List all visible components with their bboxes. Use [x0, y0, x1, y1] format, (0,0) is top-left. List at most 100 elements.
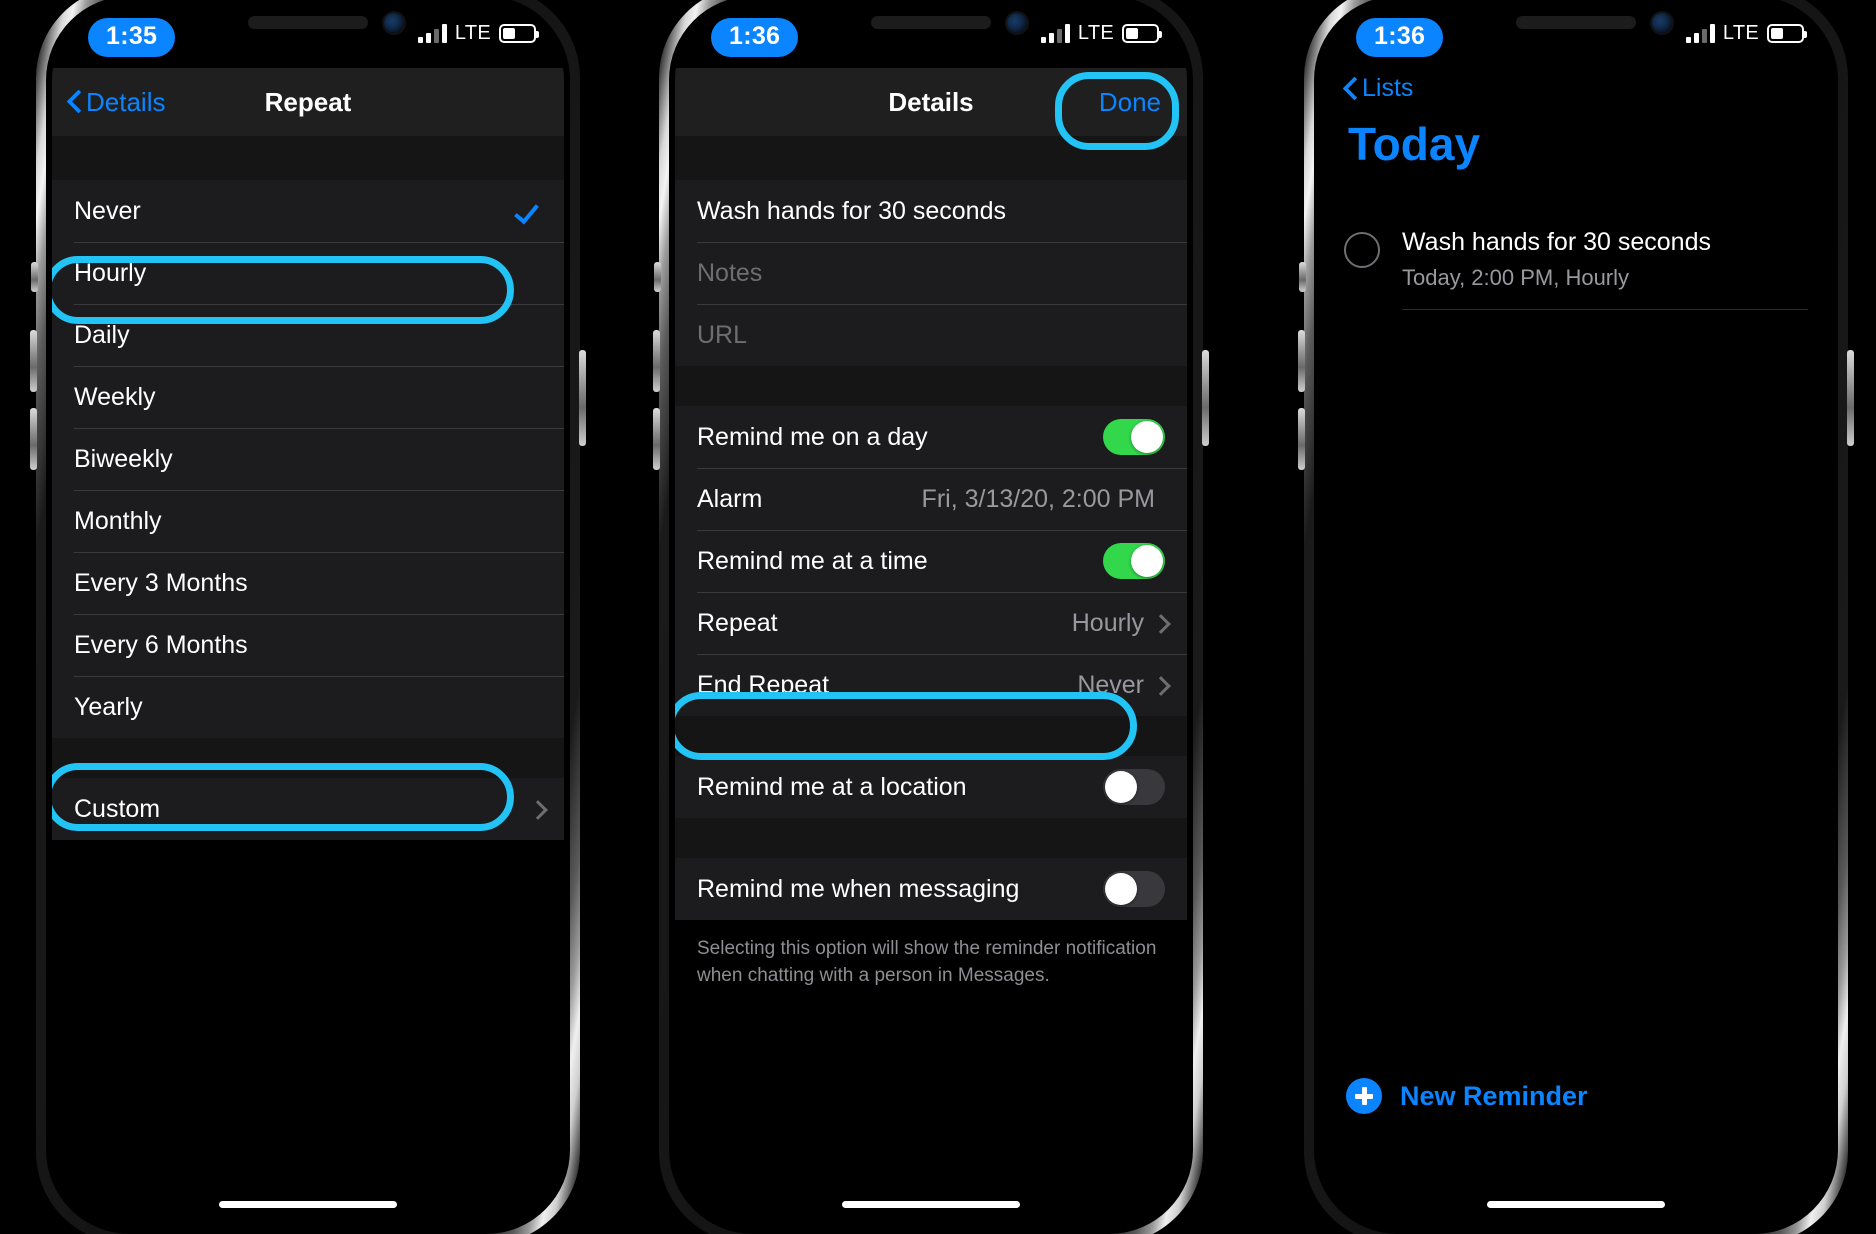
volume-up-button[interactable]: [653, 330, 660, 392]
option-row-every-3-months[interactable]: Every 3 Months: [52, 552, 564, 614]
option-row-custom[interactable]: Custom: [52, 778, 564, 840]
status-bar: 1:36 LTE: [675, 2, 1187, 68]
chevron-left-icon: [1344, 78, 1357, 100]
home-indicator[interactable]: [219, 1201, 397, 1208]
row-label: Alarm: [697, 484, 763, 513]
status-time: 1:36: [1356, 18, 1444, 57]
list-divider: [1402, 309, 1808, 310]
remind-me-at-a-location-toggle[interactable]: [1103, 769, 1165, 805]
status-time: 1:36: [711, 18, 799, 57]
new-reminder-label: New Reminder: [1400, 1080, 1588, 1111]
row-label: Remind me when messaging: [697, 874, 1020, 903]
option-row-every-6-months[interactable]: Every 6 Months: [52, 614, 564, 676]
list-item[interactable]: Wash hands for 30 seconds Today, 2:00 PM…: [1344, 220, 1808, 309]
phone-today-list-screen: 1:36 LTE Lists Today Wash hands for 30 s…: [1290, 0, 1862, 1234]
scheduling-group: Remind me on a day Alarm Fri, 3/13/20, 2…: [675, 406, 1187, 716]
status-indicators: LTE: [1685, 22, 1807, 45]
reminder-title-value: Wash hands for 30 seconds: [697, 196, 1006, 225]
remind-me-at-a-time-toggle[interactable]: [1103, 543, 1165, 579]
option-label: Never: [74, 196, 141, 225]
option-label: Yearly: [74, 692, 143, 721]
back-to-lists-button[interactable]: Lists: [1344, 74, 1808, 103]
remind-me-when-messaging-toggle[interactable]: [1103, 871, 1165, 907]
list-item-text: Wash hands for 30 seconds Today, 2:00 PM…: [1402, 228, 1808, 291]
option-row-monthly[interactable]: Monthly: [52, 490, 564, 552]
network-type-label: LTE: [1077, 22, 1114, 44]
remind-me-on-a-day-row[interactable]: Remind me on a day: [675, 406, 1187, 468]
option-row-hourly[interactable]: Hourly: [52, 242, 564, 304]
screenshot-stage: 1:35 LTE Details Repeat Never Hourly Dai…: [0, 0, 1876, 1234]
phone-details-screen: 1:36 LTE Details Done Wash hands for 30 …: [645, 0, 1217, 1234]
power-button[interactable]: [1847, 350, 1854, 446]
remind-me-at-a-location-row[interactable]: Remind me at a location: [675, 756, 1187, 818]
option-label: Weekly: [74, 382, 156, 411]
repeat-options-group: Never Hourly Daily Weekly Biweekly Month…: [52, 180, 564, 738]
phone2-screen: 1:36 LTE Details Done Wash hands for 30 …: [675, 2, 1187, 1232]
mute-switch[interactable]: [1299, 262, 1306, 292]
volume-down-button[interactable]: [1298, 408, 1305, 470]
home-indicator[interactable]: [1487, 1201, 1665, 1208]
section-spacer: [52, 738, 564, 778]
option-row-yearly[interactable]: Yearly: [52, 676, 564, 738]
mute-switch[interactable]: [654, 262, 661, 292]
chevron-right-icon: [1154, 614, 1165, 633]
done-button[interactable]: Done: [1099, 87, 1161, 118]
mute-switch[interactable]: [31, 262, 38, 292]
section-spacer: [675, 716, 1187, 756]
earpiece-speaker: [871, 16, 991, 29]
new-reminder-button[interactable]: New Reminder: [1346, 1078, 1588, 1114]
custom-group: Custom: [52, 778, 564, 840]
back-button-label: Lists: [1362, 74, 1414, 102]
earpiece-speaker: [1516, 16, 1636, 29]
messaging-group: Remind me when messaging: [675, 858, 1187, 920]
remind-me-when-messaging-row[interactable]: Remind me when messaging: [675, 858, 1187, 920]
reminder-title-field[interactable]: Wash hands for 30 seconds: [675, 180, 1187, 242]
checkmark-icon: [518, 199, 542, 223]
remind-me-at-a-time-row[interactable]: Remind me at a time: [675, 530, 1187, 592]
remind-me-on-a-day-toggle[interactable]: [1103, 419, 1165, 455]
battery-icon: [499, 24, 539, 43]
notes-field[interactable]: Notes: [675, 242, 1187, 304]
network-type-label: LTE: [1722, 22, 1759, 44]
phone3-screen: 1:36 LTE Lists Today Wash hands for 30 s…: [1320, 2, 1832, 1232]
back-to-details-button[interactable]: Details: [68, 87, 165, 118]
option-row-weekly[interactable]: Weekly: [52, 366, 564, 428]
battery-icon: [1767, 24, 1807, 43]
option-row-biweekly[interactable]: Biweekly: [52, 428, 564, 490]
chevron-left-icon: [68, 91, 81, 113]
option-label: Hourly: [74, 258, 147, 287]
section-spacer: [52, 136, 564, 180]
end-repeat-row[interactable]: End Repeat Never: [675, 654, 1187, 716]
power-button[interactable]: [1202, 350, 1209, 446]
option-label: Biweekly: [74, 444, 173, 473]
status-indicators: LTE: [417, 22, 539, 45]
volume-down-button[interactable]: [30, 408, 37, 470]
front-camera-icon: [1652, 13, 1672, 33]
reminder-list: Wash hands for 30 seconds Today, 2:00 PM…: [1320, 220, 1832, 310]
repeat-row[interactable]: Repeat Hourly: [675, 592, 1187, 654]
power-button[interactable]: [579, 350, 586, 446]
phone-repeat-screen: 1:35 LTE Details Repeat Never Hourly Dai…: [22, 0, 594, 1234]
navigation-bar: Details Repeat: [52, 68, 564, 136]
list-item-title: Wash hands for 30 seconds: [1402, 228, 1711, 256]
alarm-row[interactable]: Alarm Fri, 3/13/20, 2:00 PM: [675, 468, 1187, 530]
row-label: End Repeat: [697, 670, 830, 699]
option-label: Monthly: [74, 506, 162, 535]
option-label: Custom: [74, 794, 161, 823]
option-row-daily[interactable]: Daily: [52, 304, 564, 366]
plus-circle-icon: [1346, 1078, 1382, 1114]
section-spacer: [675, 366, 1187, 406]
option-row-never[interactable]: Never: [52, 180, 564, 242]
url-field[interactable]: URL: [675, 304, 1187, 366]
cellular-signal-icon: [417, 24, 447, 43]
volume-up-button[interactable]: [30, 330, 37, 392]
chevron-right-icon: [531, 800, 542, 819]
row-label: Repeat: [697, 608, 778, 637]
volume-down-button[interactable]: [653, 408, 660, 470]
list-item-subtitle: Today, 2:00 PM, Hourly: [1402, 265, 1630, 290]
front-camera-icon: [1007, 13, 1027, 33]
volume-up-button[interactable]: [1298, 330, 1305, 392]
complete-circle-icon[interactable]: [1344, 232, 1380, 268]
home-indicator[interactable]: [842, 1201, 1020, 1208]
notes-placeholder: Notes: [697, 258, 763, 287]
